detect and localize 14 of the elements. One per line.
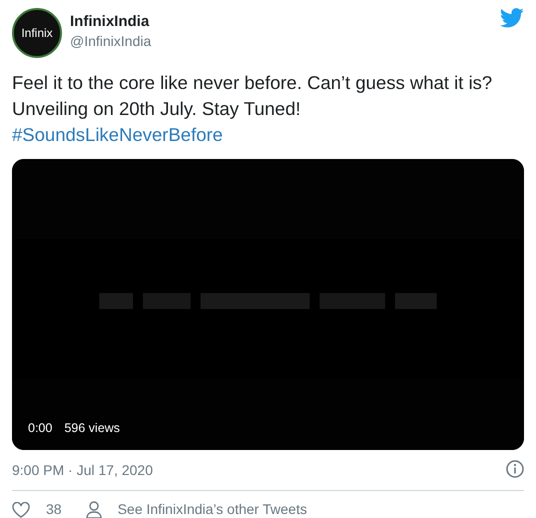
view-count: 596 views (64, 420, 120, 438)
author-handle[interactable]: @InfinixIndia (70, 32, 500, 50)
video-time: 0:00 (28, 420, 52, 438)
like-count[interactable]: 38 (46, 499, 62, 518)
info-icon[interactable] (506, 460, 524, 478)
tweet-timestamp[interactable]: 9:00 PM · Jul 17, 2020 (12, 460, 153, 480)
heart-icon[interactable] (12, 502, 30, 518)
tweet-text: Feel it to the core like never before. Can’t guess what it is? Unveiling on 20th July. Stay Tuned! (12, 71, 494, 121)
hashtag-link[interactable]: #SoundsLikeNeverBefore (12, 124, 223, 145)
other-tweets-link[interactable]: See InfinixIndia’s other Tweets (118, 499, 307, 518)
bird-icon[interactable] (500, 8, 524, 28)
person-icon[interactable] (86, 500, 102, 518)
author-name[interactable]: InfinixIndia (70, 12, 500, 32)
avatar[interactable]: Infinix (12, 8, 62, 58)
